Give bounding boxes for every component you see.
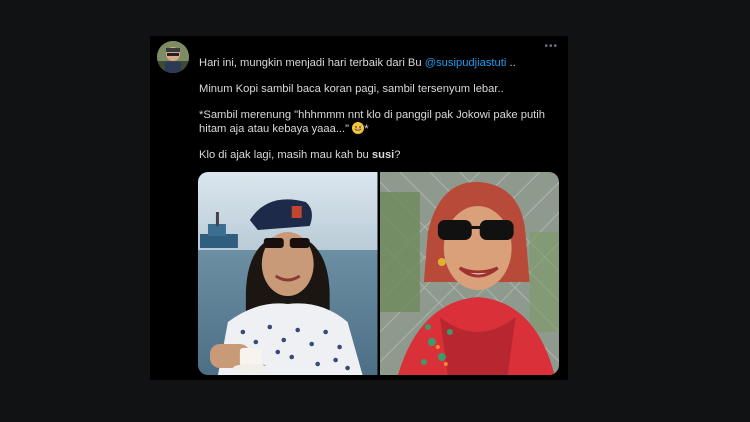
tweet-line-1-suffix: ..	[506, 57, 516, 69]
tweet-line-4-bold: susi	[371, 149, 395, 161]
tweet-line-1-text: Hari ini, mungkin menjadi hari terbaik d…	[199, 57, 425, 69]
tweet-line-3-end: *	[364, 123, 369, 135]
tweet-line-2: Minum Kopi sambil baca koran pagi, sambi…	[199, 83, 504, 95]
tweet-line-1: Hari ini, mungkin menjadi hari terbaik d…	[199, 56, 559, 70]
mention-link[interactable]: @susipudjiastuti	[425, 57, 507, 69]
photo-left[interactable]	[198, 172, 378, 375]
tweet-line-4: Klo di ajak lagi, masih mau kah bu susi?	[199, 148, 559, 162]
avatar[interactable]	[157, 41, 189, 73]
media-grid[interactable]	[198, 172, 559, 375]
tweet-line-4-suffix: ?	[394, 149, 401, 161]
tweet-line-3-text: *Sambil merenung "hhhmmm nnt klo di pang…	[199, 109, 545, 135]
grinning-sweat-emoji-icon	[352, 122, 365, 134]
more-horizontal-icon[interactable]: •••	[544, 42, 558, 52]
photo-right-image	[379, 172, 559, 375]
tweet-card[interactable]: ••• Hari ini, mungkin menjadi hari terba…	[150, 36, 568, 380]
photo-left-image	[198, 172, 378, 375]
photo-right[interactable]	[379, 172, 559, 375]
tweet-text: Hari ini, mungkin menjadi hari terbaik d…	[199, 56, 559, 162]
tweet-line-4-text: Klo di ajak lagi, masih mau kah bu	[199, 149, 372, 161]
tweet-line-3: *Sambil merenung "hhhmmm nnt klo di pang…	[199, 108, 559, 136]
